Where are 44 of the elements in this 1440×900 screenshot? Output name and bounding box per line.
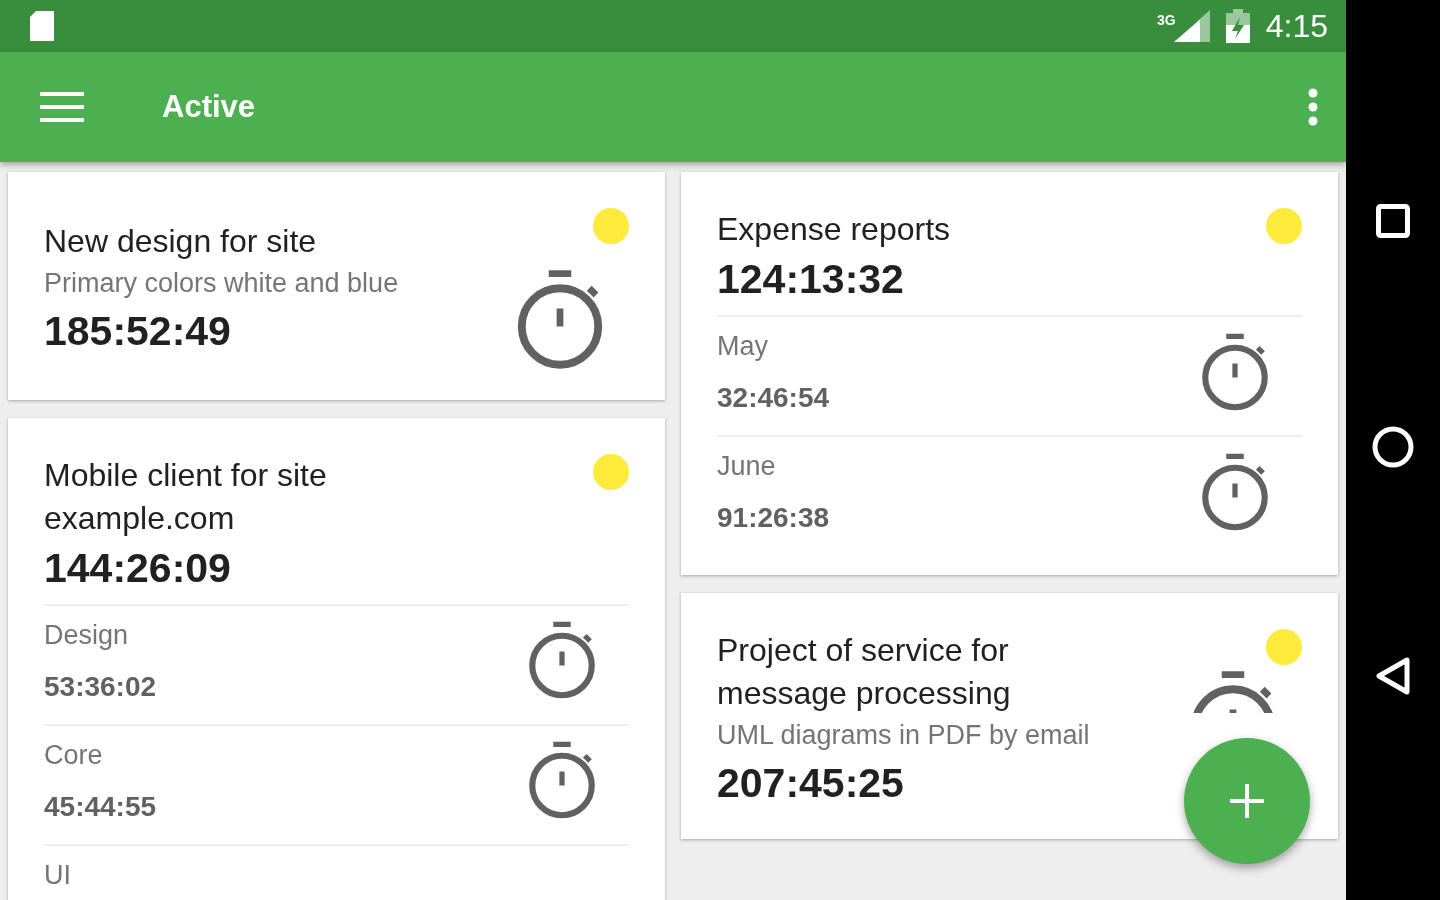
- task-title: Project of service for message processing: [717, 631, 1012, 713]
- subtask-label: June: [717, 450, 777, 483]
- task-title: Expense reports: [717, 210, 951, 249]
- signal-icon: [1173, 10, 1210, 42]
- menu-icon[interactable]: [40, 92, 84, 122]
- subtask-label: Design: [44, 618, 130, 652]
- subtask-time: 53:36:02: [44, 669, 158, 704]
- status-dot: [1266, 629, 1302, 665]
- task-total-time: 124:13:32: [717, 255, 905, 304]
- battery-icon: [1225, 9, 1250, 43]
- stopwatch-icon[interactable]: [527, 620, 597, 701]
- stopwatch-icon[interactable]: [1200, 331, 1270, 413]
- home-icon[interactable]: [1372, 426, 1414, 468]
- task-total-time: 207:45:25: [717, 759, 905, 808]
- clock: 4:15: [1265, 7, 1328, 45]
- status-dot: [593, 453, 629, 490]
- task-card[interactable]: New design for site Primary colors white and blue 185:52:49: [8, 172, 665, 400]
- subtask-time: 91:26:38: [717, 501, 831, 535]
- status-dot: [593, 208, 629, 244]
- subtask-time: 45:44:55: [44, 789, 158, 824]
- task-card[interactable]: Mobile client for site example.com 144:26:09 Design 53:36:02 Core 45:44:55 UI: [8, 417, 665, 900]
- task-total-time: 185:52:49: [44, 307, 232, 357]
- sd-card-icon: [28, 11, 56, 41]
- task-total-time: 144:26:09: [44, 543, 232, 593]
- task-description: Primary colors white and blue: [44, 267, 400, 301]
- screen-title: Active: [162, 89, 257, 125]
- stopwatch-icon[interactable]: [515, 268, 605, 372]
- recent-apps-icon[interactable]: [1376, 204, 1410, 238]
- more-options-icon[interactable]: [1308, 88, 1318, 126]
- subtask-time: 32:46:54: [717, 381, 831, 415]
- task-card[interactable]: Expense reports 124:13:32 May 32:46:54 June 91:26:38: [681, 172, 1338, 575]
- subtask-label: Core: [44, 738, 104, 772]
- plus-icon: [1230, 784, 1264, 818]
- task-title: New design for site: [44, 222, 318, 262]
- task-card[interactable]: Project of service for message processing UML diagrams in PDF by email 207:45:25: [681, 593, 1338, 839]
- stopwatch-icon[interactable]: [1200, 451, 1270, 533]
- stopwatch-icon[interactable]: [527, 740, 597, 821]
- back-icon[interactable]: [1375, 656, 1411, 696]
- task-description: UML diagrams in PDF by email: [717, 719, 1091, 752]
- task-title: Mobile client for site example.com: [44, 455, 328, 538]
- status-dot: [1266, 208, 1302, 244]
- subtask-label: May: [717, 330, 769, 363]
- network-type: 3G: [1157, 12, 1176, 28]
- subtask-label: UI: [44, 858, 72, 892]
